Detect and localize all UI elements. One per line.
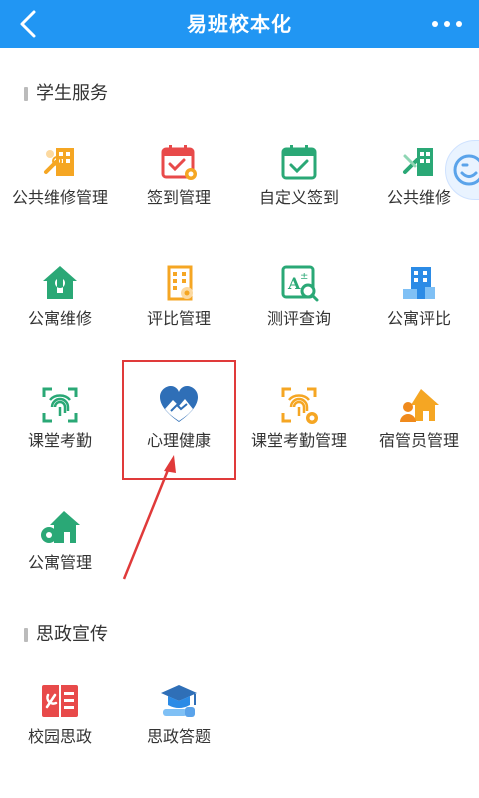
grid-item-campus-ideological[interactable]: 校园思政	[0, 681, 120, 781]
graduation-cap-icon	[161, 685, 197, 717]
calendar-gear-icon	[161, 145, 197, 180]
grid-item-label: 公寓评比	[386, 309, 451, 328]
apartment-rating-icon	[403, 267, 435, 299]
grid-item-sign-in-management[interactable]: 签到管理	[119, 142, 239, 242]
grid-item-dorm-manager-management[interactable]: 宿管员管理	[359, 385, 479, 485]
grid-item-apartment-management[interactable]: 公寓管理	[0, 507, 120, 607]
apartment-gear-icon	[41, 511, 80, 543]
grid-item-label: 宿管员管理	[378, 431, 459, 450]
svg-text:±: ±	[300, 271, 308, 282]
grid-item-label: 公寓管理	[27, 553, 92, 572]
main-content: 学生服务 公共维修管理 签到管理 自定义签到 公共维修 公寓维修 评比管理 A …	[0, 48, 479, 798]
more-options-icon[interactable]	[429, 9, 465, 39]
grid-item-ideological-quiz[interactable]: 思政答题	[119, 681, 239, 781]
svg-text:A: A	[287, 274, 301, 293]
grid-item-label: 自定义签到	[258, 188, 339, 207]
grid-item-assessment-query[interactable]: A ± 测评查询	[239, 263, 359, 363]
house-wrench-icon	[43, 266, 77, 299]
annotation-arrow-icon	[122, 455, 176, 580]
fingerprint-scan-icon	[42, 387, 78, 423]
grid-item-label: 校园思政	[27, 727, 92, 746]
grid-item-label: 公共维修管理	[11, 188, 108, 207]
grid-item-class-attendance-management[interactable]: 课堂考勤管理	[239, 385, 359, 485]
top-bar: 易班校本化	[0, 0, 479, 48]
page-title: 易班校本化	[187, 12, 292, 36]
fingerprint-gear-icon	[281, 387, 318, 424]
grid-item-label: 课堂考勤	[27, 431, 92, 450]
maintenance-management-icon	[44, 148, 74, 176]
dorm-manager-icon	[400, 389, 439, 422]
grid-item-label: 测评查询	[266, 309, 331, 328]
section-title-ideological-propaganda: 思政宣传	[24, 623, 108, 647]
building-evaluation-icon	[167, 265, 193, 301]
grid-item-label: 公寓维修	[27, 309, 92, 328]
grid-item-class-attendance[interactable]: 课堂考勤	[0, 385, 120, 485]
grid-item-custom-sign-in[interactable]: 自定义签到	[239, 142, 359, 242]
building-tools-icon	[403, 148, 433, 176]
party-book-icon	[42, 685, 78, 717]
calendar-check-icon	[281, 145, 317, 180]
grid-item-public-maintenance-management[interactable]: 公共维修管理	[0, 142, 120, 242]
grid-item-label: 评比管理	[146, 309, 211, 328]
grid-item-public-maintenance[interactable]: 公共维修	[359, 142, 479, 242]
grid-item-apartment-maintenance[interactable]: 公寓维修	[0, 263, 120, 363]
grid-item-label: 思政答题	[146, 727, 211, 746]
assessment-search-icon: A ±	[281, 265, 319, 302]
grid-item-label: 公共维修	[386, 188, 451, 207]
grid-item-label: 课堂考勤管理	[250, 431, 347, 450]
grid-item-evaluation-management[interactable]: 评比管理	[119, 263, 239, 363]
grid-item-apartment-rating[interactable]: 公寓评比	[359, 263, 479, 363]
section-title-student-services: 学生服务	[24, 82, 108, 106]
grid-item-label: 签到管理	[146, 188, 211, 207]
